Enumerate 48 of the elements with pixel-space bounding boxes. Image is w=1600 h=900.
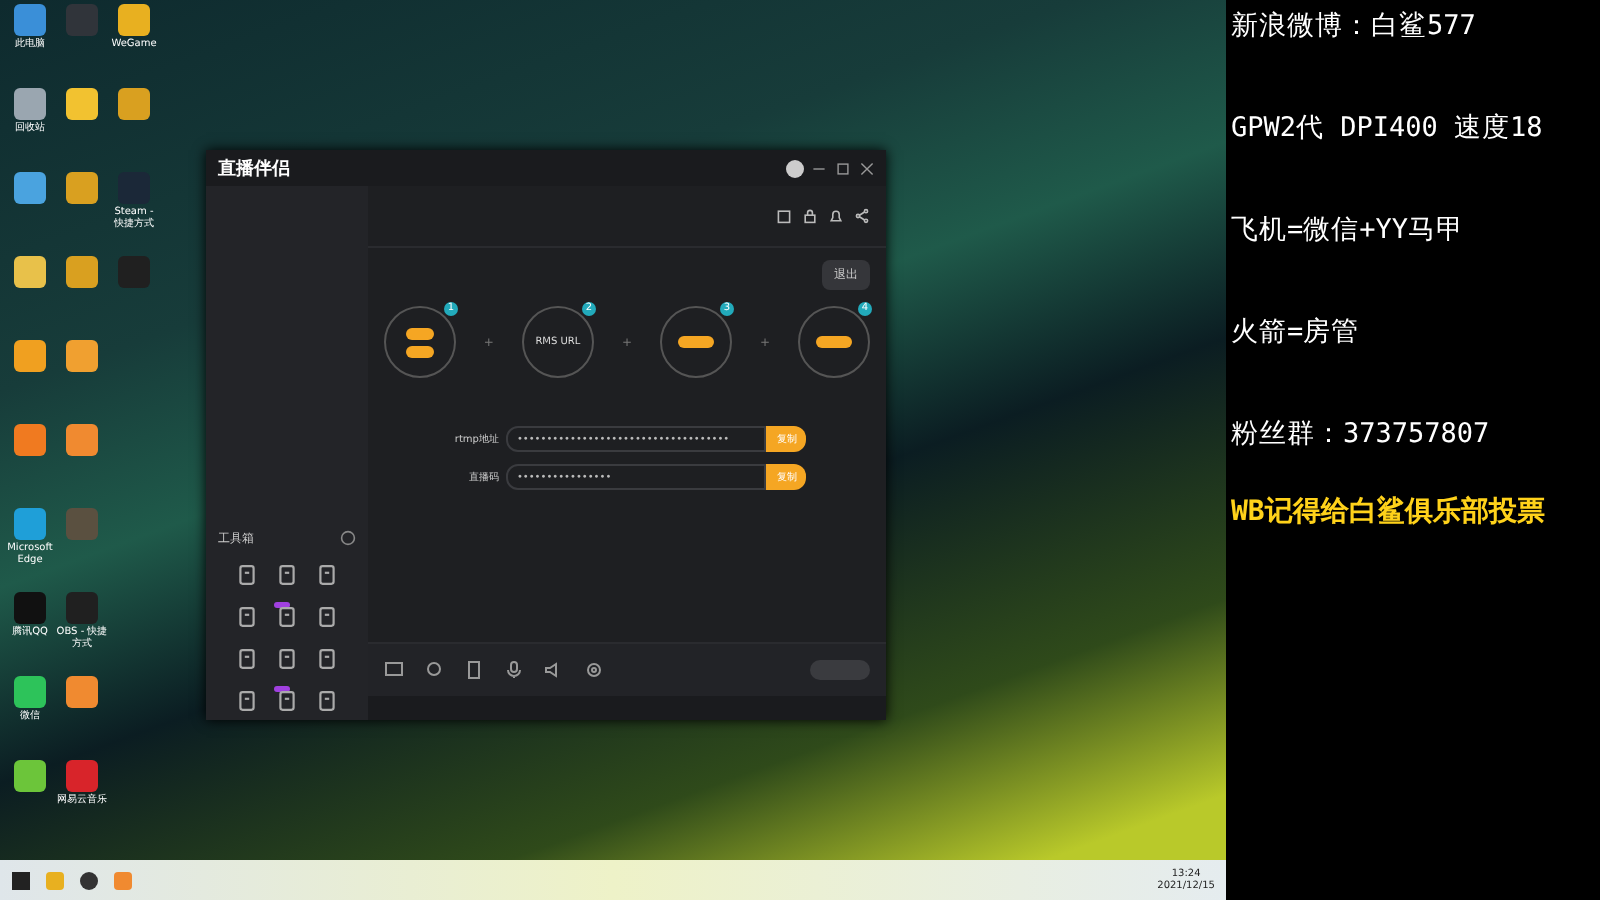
tool-icon — [316, 648, 339, 670]
app-icon[interactable] — [66, 676, 98, 708]
app-icon[interactable] — [118, 4, 150, 36]
tool-icon — [275, 648, 298, 670]
tool-icon — [235, 690, 258, 712]
share-icon — [854, 208, 870, 224]
app-icon[interactable] — [14, 172, 46, 204]
start-button[interactable] — [810, 660, 870, 680]
tool-icon — [235, 648, 258, 670]
overlay-text: GPW2代 DPI400 速度18 — [1230, 110, 1545, 146]
overlay-text: 粉丝群：373757807 — [1230, 416, 1492, 452]
overlay-text: 新浪微博：白鲨577 — [1230, 8, 1478, 44]
tool-icon — [275, 690, 298, 712]
tool-icon — [316, 606, 339, 628]
close-icon — [860, 161, 874, 175]
app-icon[interactable] — [14, 256, 46, 288]
app-icon[interactable] — [66, 172, 98, 204]
monitor-icon — [383, 660, 404, 680]
tool-icon — [316, 690, 339, 712]
app-icon[interactable] — [14, 760, 46, 792]
app-icon[interactable] — [118, 88, 150, 120]
settings-icon — [583, 660, 604, 680]
overlay-text: WB记得给白鲨俱乐部投票 — [1230, 494, 1547, 530]
step-button[interactable] — [677, 336, 714, 348]
step-button[interactable] — [816, 336, 852, 348]
overlay-text: 火箭=房管 — [1230, 314, 1362, 350]
windows-icon[interactable] — [12, 871, 30, 889]
tool-icon — [235, 606, 258, 628]
app-icon[interactable] — [14, 676, 46, 708]
app-icon[interactable] — [14, 340, 46, 372]
app-icon[interactable] — [14, 88, 46, 120]
lock-icon — [802, 208, 818, 224]
app-icon[interactable] — [66, 88, 98, 120]
circle-icon — [339, 530, 356, 546]
tool-icon — [235, 564, 258, 586]
microphone-icon — [503, 660, 524, 680]
tool-icon — [275, 564, 298, 586]
step-button[interactable] — [405, 345, 434, 357]
maximize-icon — [836, 161, 850, 175]
avatar[interactable] — [786, 159, 804, 177]
app-logo: 直播伴侣 — [218, 156, 290, 181]
tool-icon — [316, 564, 339, 586]
bell-icon — [828, 208, 844, 224]
overlay-text: 飞机=微信+YY马甲 — [1230, 212, 1466, 248]
app-icon[interactable] — [66, 340, 98, 372]
step-button[interactable] — [405, 327, 434, 339]
app-icon[interactable] — [66, 256, 98, 288]
tool-icon — [275, 606, 298, 628]
